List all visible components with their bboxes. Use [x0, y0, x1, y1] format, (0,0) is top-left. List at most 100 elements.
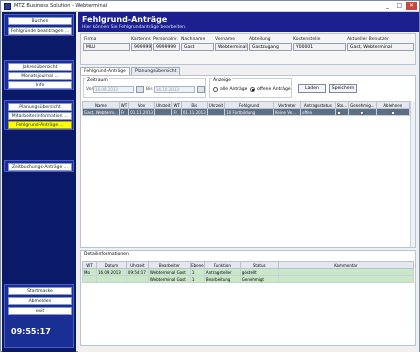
column-header[interactable]: Ablehnen: [375, 101, 411, 109]
radio-all-requests[interactable]: [213, 87, 218, 92]
cell-funktion: Bearbeitung: [203, 275, 241, 283]
sidebar-group-booking: Buchen Fehlgründe beantragen ...: [4, 14, 74, 36]
cell-status: gestellt: [239, 268, 279, 276]
storno-checkbox[interactable]: [336, 110, 341, 115]
table-scrollbar[interactable]: [410, 101, 415, 247]
detail-header-row: WT Datum Uhrzeit Bearbeiter Ebene Funkti…: [82, 261, 415, 269]
detail-label: Detailinformationen: [83, 252, 130, 257]
sidebar-group-reports: Jahresübersicht Monatsjournal ... Info: [4, 60, 74, 90]
sidebar-button-fehlgruende[interactable]: Fehlgründe beantragen ...: [8, 27, 72, 35]
title-bar: MTZ Business Solution - Webterminal _ □ …: [1, 1, 419, 12]
table-row[interactable]: Gast, Webterm... Fr 01.11.2013 Fr 01.11.…: [82, 108, 411, 116]
radio-all-label: alle Anträge: [220, 87, 248, 92]
column-header[interactable]: Uhrzeit: [154, 101, 173, 109]
anzeige-group: Anzeige alle Anträge offene Anträge: [209, 78, 292, 98]
load-button[interactable]: Laden: [298, 84, 326, 93]
main-content: Fehlgrund-Anträge Hier können Sie Fehlgr…: [78, 12, 419, 352]
column-header[interactable]: Von: [128, 101, 156, 109]
zeitraum-group: Zeitraum Von 16.09.2013 Bis 16.10.2013: [83, 78, 206, 98]
cell-wt: [82, 275, 97, 283]
cell-kommentar: [277, 268, 415, 276]
bis-date-input[interactable]: 16.10.2013: [154, 86, 195, 93]
close-button[interactable]: ✕: [406, 2, 417, 10]
column-header[interactable]: Antragsstatus: [300, 101, 336, 109]
cell-uhrzeit: [125, 275, 149, 283]
page-header: Fehlgrund-Anträge Hier können Sie Fehlgr…: [78, 12, 419, 32]
von-date-input[interactable]: 16.09.2013: [93, 86, 134, 93]
bis-calendar-icon[interactable]: [197, 86, 205, 93]
sidebar-button-startmaske[interactable]: Startmaske: [8, 287, 72, 295]
column-header[interactable]: Bis: [180, 101, 208, 109]
cell-wt-from: Fr: [118, 108, 130, 116]
cell-bis: 01.11.2013: [180, 108, 208, 116]
sidebar-button-planungsuebersicht[interactable]: Planungsübersicht: [8, 103, 72, 111]
sidebar-button-monatsjournal[interactable]: Monatsjournal ...: [8, 72, 72, 80]
sidebar-button-abmelden[interactable]: Abmelden: [8, 297, 72, 305]
ablehnen-checkbox[interactable]: [390, 110, 395, 115]
sidebar-button-exit[interactable]: exit: [8, 307, 72, 315]
column-header[interactable]: Vertreter: [272, 101, 302, 109]
cell-ebene: 1: [189, 268, 205, 276]
column-header[interactable]: Name: [82, 101, 120, 109]
column-header[interactable]: Uhrzeit: [125, 261, 149, 269]
field-firma: MLU: [83, 43, 130, 51]
column-header[interactable]: WT: [118, 101, 130, 109]
cell-datum: [95, 275, 127, 283]
cell-funktion: Antragsteller: [203, 268, 241, 276]
sidebar-button-info[interactable]: Info: [8, 81, 72, 89]
column-header[interactable]: Bearbeiter: [147, 261, 191, 269]
label-kostenstelle: Kostenstelle: [293, 37, 321, 42]
column-header[interactable]: Kommentar: [277, 261, 415, 269]
column-header[interactable]: Sto...: [334, 101, 350, 109]
von-calendar-icon[interactable]: [136, 86, 144, 93]
field-nachname: Gast: [181, 43, 214, 51]
column-header[interactable]: Genehmig...: [348, 101, 377, 109]
label-nachname: Nachname: [181, 37, 206, 42]
column-header[interactable]: Status: [239, 261, 279, 269]
sidebar-button-mitarbeiterinfo[interactable]: Mitarbeiterinformation ...: [8, 112, 72, 120]
minimize-button[interactable]: _: [382, 2, 393, 10]
field-aktueller-benutzer: Gast, Webterminal: [347, 43, 414, 51]
label-firma: Firma: [84, 37, 97, 42]
column-header[interactable]: Ebene: [189, 261, 205, 269]
column-header[interactable]: Funktion: [203, 261, 241, 269]
cell-bearbeiter: Webterminal Gast: [147, 268, 191, 276]
column-header[interactable]: WT: [171, 101, 182, 109]
genehmigen-checkbox[interactable]: [360, 110, 365, 115]
requests-panel: Zeitraum Von 16.09.2013 Bis 16.10.2013 A…: [80, 75, 416, 248]
field-vorname: Webterminal: [215, 43, 248, 51]
requests-table: Name WT Von Uhrzeit WT Bis Uhrzeit Fehlg…: [82, 101, 411, 116]
cell-bearbeiter: Webterminal Gast: [147, 275, 191, 283]
sidebar-button-zeitbuchungs-antraege[interactable]: Zeitbuchungs-Anträge ...: [8, 163, 72, 171]
table-row[interactable]: Mo 16.09.2013 09:54:17 Webterminal Gast …: [82, 268, 415, 276]
column-header[interactable]: Uhrzeit: [206, 101, 226, 109]
column-header[interactable]: WT: [82, 261, 97, 269]
maximize-button[interactable]: □: [394, 2, 405, 10]
save-button[interactable]: Speichern: [329, 84, 357, 93]
label-abteilung: Abteilung: [249, 37, 271, 42]
field-abteilung: Gastzugang: [249, 43, 292, 51]
radio-open-label: offene Anträge: [257, 87, 291, 92]
table-header-row: Name WT Von Uhrzeit WT Bis Uhrzeit Fehlg…: [82, 101, 411, 109]
cell-storno: [334, 108, 350, 116]
cell-uhrzeit-to: [206, 108, 226, 116]
page-title: Fehlgrund-Anträge: [82, 15, 168, 24]
label-aktueller-benutzer: Aktueller Benutzer: [347, 37, 389, 42]
label-vorname: Vorname: [215, 37, 236, 42]
cell-ebene: 1: [189, 275, 205, 283]
cell-ablehnen: [375, 108, 411, 116]
page-subtitle: Hier können Sie Fehlgrundanträge bearbei…: [82, 25, 187, 30]
sidebar-button-jahresuebersicht[interactable]: Jahresübersicht: [8, 63, 72, 71]
bis-label: Bis: [146, 87, 153, 92]
column-header[interactable]: Datum: [95, 261, 127, 269]
cell-kommentar: [277, 275, 415, 283]
sidebar-button-fehlgrund-antraege[interactable]: Fehlgrund-Anträge ...: [8, 121, 72, 129]
app-icon: [4, 3, 11, 10]
column-header[interactable]: Fehlgrund: [224, 101, 274, 109]
clock: 09:55:17: [11, 327, 51, 336]
sidebar-button-buchen[interactable]: Buchen: [8, 17, 72, 25]
radio-open-requests[interactable]: [250, 87, 255, 92]
table-row[interactable]: Webterminal Gast 1 Bearbeitung Genehmigt: [82, 275, 415, 283]
field-kartennr: 9999999: [131, 43, 152, 51]
cell-status: Genehmigt: [239, 275, 279, 283]
